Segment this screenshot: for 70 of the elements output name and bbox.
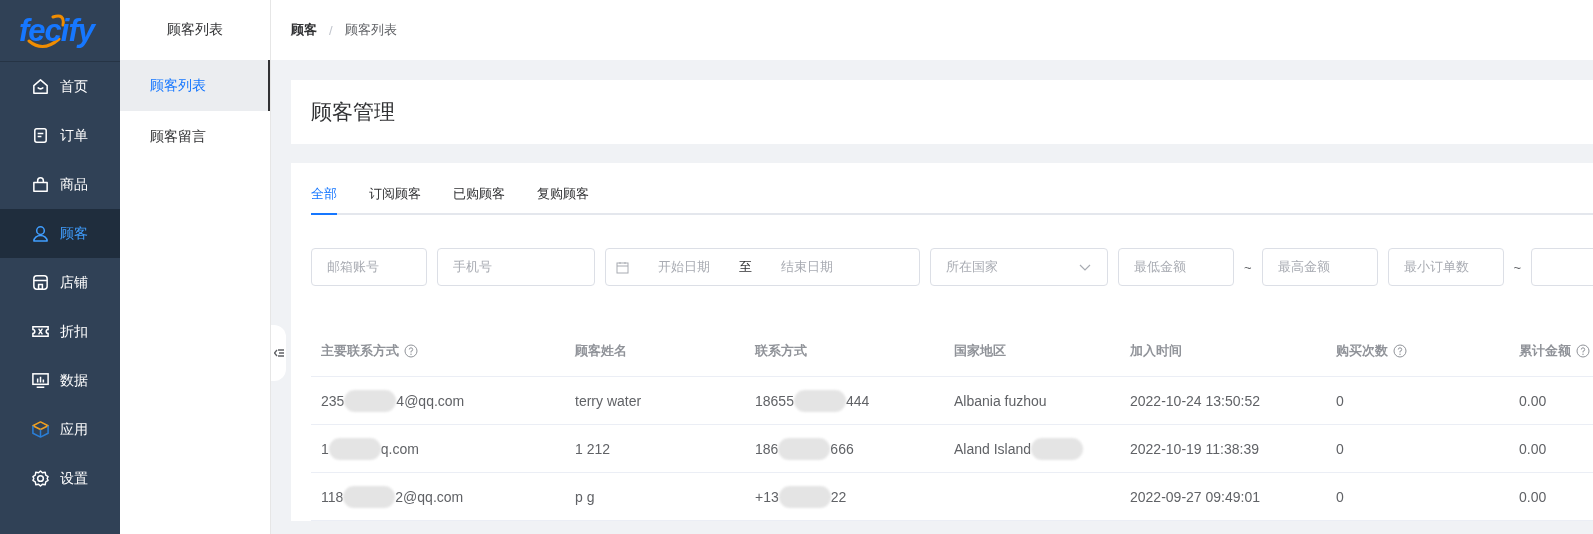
table-cell: 1 bbox=[321, 440, 329, 457]
table-cell: +13 bbox=[755, 488, 779, 505]
home-icon bbox=[31, 77, 50, 96]
table-cell: 0 bbox=[1336, 392, 1344, 409]
nav-item[interactable]: 数据 bbox=[0, 356, 120, 405]
submenu-item[interactable]: 顾客列表 bbox=[120, 60, 270, 111]
column-header: 主要联系方式 bbox=[321, 342, 399, 360]
table-cell: 1 212 bbox=[575, 440, 611, 457]
range-separator: ~ bbox=[1244, 259, 1252, 275]
table-cell: 0.00 bbox=[1519, 392, 1547, 409]
table-cell: 2@qq.com bbox=[395, 488, 464, 505]
column-header: 累计金额 bbox=[1519, 342, 1571, 360]
help-icon[interactable] bbox=[404, 344, 418, 358]
help-icon[interactable] bbox=[1576, 344, 1590, 358]
table-cell: Aland Island bbox=[954, 440, 1032, 457]
table-cell: 0.00 bbox=[1519, 488, 1547, 505]
tab[interactable]: 已购顾客 bbox=[453, 181, 505, 215]
column-header: 购买次数 bbox=[1336, 342, 1388, 360]
shop-icon bbox=[31, 273, 50, 292]
tab[interactable]: 全部 bbox=[311, 181, 337, 215]
table-cell: 235 bbox=[321, 392, 345, 409]
table-cell: terry water bbox=[575, 392, 642, 409]
user-icon bbox=[31, 224, 50, 243]
column-header: 加入时间 bbox=[1130, 342, 1182, 360]
table-cell: q.com bbox=[380, 440, 419, 457]
table-cell: 2022-10-24 13:50:52 bbox=[1130, 392, 1260, 409]
nav-item[interactable]: 店铺 bbox=[0, 258, 120, 307]
column-header: 国家地区 bbox=[954, 342, 1006, 360]
table-cell: 18655 bbox=[755, 392, 794, 409]
column-header: 联系方式 bbox=[755, 342, 807, 360]
help-icon[interactable] bbox=[1393, 344, 1407, 358]
table-cell: 2022-10-19 11:38:39 bbox=[1130, 440, 1259, 457]
calendar-icon bbox=[616, 260, 629, 274]
nav-item[interactable]: 商品 bbox=[0, 160, 120, 209]
table-cell: 4@qq.com bbox=[396, 392, 465, 409]
cube-icon bbox=[31, 420, 50, 439]
chart-icon bbox=[31, 371, 50, 390]
settings-icon bbox=[31, 469, 50, 488]
table-cell: 2022-09-27 09:49:01 bbox=[1130, 488, 1260, 505]
table-cell: p g bbox=[575, 488, 595, 505]
table-cell: 0.00 bbox=[1519, 440, 1547, 457]
table-cell: 0 bbox=[1336, 488, 1344, 505]
nav-item[interactable]: 折扣 bbox=[0, 307, 120, 356]
logo: fecify bbox=[17, 10, 103, 51]
submenu-title: 顾客列表 bbox=[167, 21, 223, 39]
tab[interactable]: 订阅顾客 bbox=[369, 181, 421, 215]
nav-item[interactable]: 设置 bbox=[0, 454, 120, 503]
table-cell: 22 bbox=[830, 488, 847, 505]
range-separator: ~ bbox=[1513, 259, 1522, 275]
page-title: 顾客管理 bbox=[311, 99, 395, 125]
table-cell: Albania fuzhou bbox=[954, 392, 1047, 409]
table-cell: 0 bbox=[1336, 440, 1344, 457]
bag-icon bbox=[31, 175, 50, 194]
table-cell: 444 bbox=[845, 392, 870, 409]
table-cell: 118 bbox=[321, 488, 344, 505]
date-range-field[interactable]: 开始日期 至 结束日期 bbox=[605, 248, 920, 286]
nav-item[interactable]: 顾客 bbox=[0, 209, 120, 258]
collapse-handle[interactable] bbox=[271, 325, 286, 381]
nav-item[interactable]: 首页 bbox=[0, 62, 120, 111]
table-cell: 186 bbox=[755, 440, 779, 457]
breadcrumb-separator: / bbox=[329, 22, 333, 38]
breadcrumb-item: 顾客列表 bbox=[344, 21, 397, 39]
table-cell: 666 bbox=[830, 440, 854, 457]
breadcrumb-item[interactable]: 顾客 bbox=[291, 21, 317, 39]
tab[interactable]: 复购顾客 bbox=[537, 181, 589, 215]
column-header: 顾客姓名 bbox=[575, 342, 627, 360]
document-icon bbox=[31, 126, 50, 145]
nav-item[interactable]: 订单 bbox=[0, 111, 120, 160]
submenu-item[interactable]: 顾客留言 bbox=[120, 111, 270, 162]
nav-item[interactable]: 应用 bbox=[0, 405, 120, 454]
